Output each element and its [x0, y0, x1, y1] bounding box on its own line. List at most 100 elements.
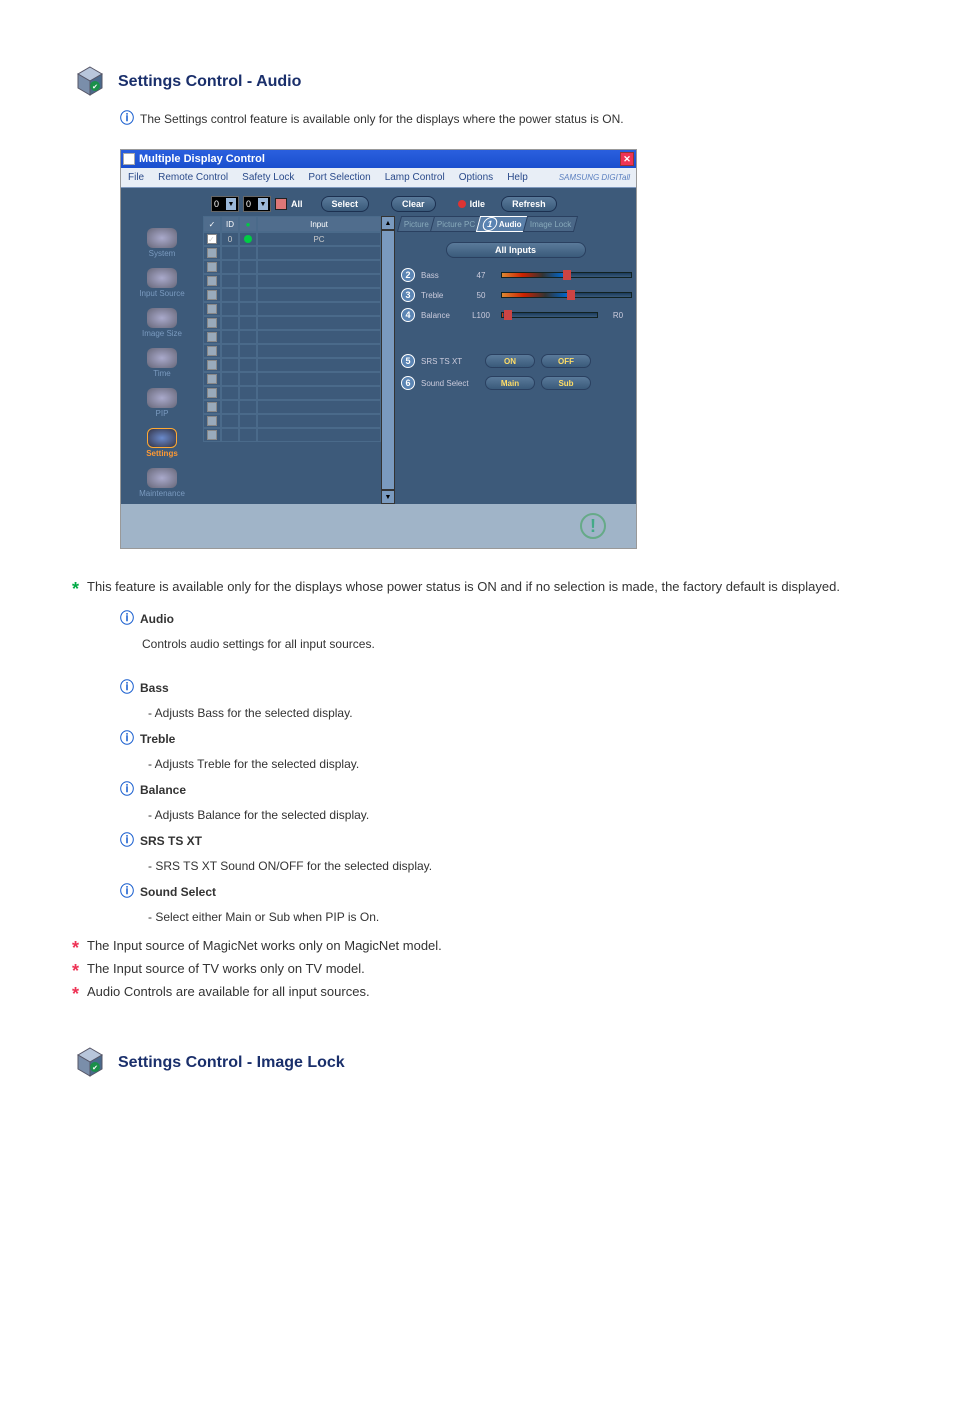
treble-item-label: Treble [140, 732, 175, 746]
info-icon: ⓘ [120, 832, 134, 848]
all-inputs-label: All Inputs [446, 242, 586, 258]
callout-4: 4 [401, 308, 415, 322]
scroll-down[interactable]: ▼ [381, 490, 395, 504]
note-magicnet: The Input source of MagicNet works only … [87, 938, 442, 953]
all-label: All [291, 199, 303, 209]
note-audio-all: Audio Controls are available for all inp… [87, 984, 370, 999]
close-button[interactable]: ✕ [620, 152, 634, 166]
srs-item-desc: - SRS TS XT Sound ON/OFF for the selecte… [148, 859, 432, 873]
info-icon: ⓘ [120, 781, 134, 797]
info-icon: ⓘ [120, 883, 134, 899]
nav-image-size[interactable]: Image Size [123, 300, 201, 338]
row-checkbox[interactable]: ✓ [207, 234, 217, 244]
display-table: ✓ ID ● Input ✓ 0 PC [203, 216, 381, 504]
note-tv: The Input source of TV works only on TV … [87, 961, 365, 976]
srs-label: SRS TS XT [421, 357, 479, 366]
star-icon: * [72, 961, 79, 982]
nav-time[interactable]: Time [123, 340, 201, 378]
info-icon: ⓘ [120, 730, 134, 746]
status-led [244, 235, 252, 243]
brand-label: SAMSUNG DIGITall [559, 173, 636, 182]
nav-settings[interactable]: Settings [123, 420, 201, 458]
audio-label: Audio [140, 612, 174, 626]
all-checkbox[interactable] [275, 198, 287, 210]
app-footer: ! [121, 504, 636, 548]
settings-panel: Picture Picture PC 1Audio Image Lock All… [395, 216, 636, 504]
menu-help[interactable]: Help [500, 172, 535, 183]
svg-text:✔: ✔ [92, 84, 98, 91]
titlebar: Multiple Display Control ✕ [121, 150, 636, 168]
id-to-dropdown[interactable]: 0▼ [243, 196, 271, 212]
idle-indicator: Idle [458, 199, 486, 209]
callout-1: 1 [481, 217, 499, 231]
star-icon: * [72, 984, 79, 1005]
balance-item-label: Balance [140, 783, 186, 797]
side-nav: System Input Source Image Size Time PIP … [121, 216, 203, 504]
table-row[interactable]: ✓ 0 PC [203, 232, 381, 246]
window-title: Multiple Display Control [139, 153, 265, 165]
sound-main-button[interactable]: Main [485, 376, 535, 390]
menu-safety[interactable]: Safety Lock [235, 172, 301, 183]
sound-select-item-desc: - Select either Main or Sub when PIP is … [148, 910, 379, 924]
star-icon: * [72, 938, 79, 959]
menu-remote[interactable]: Remote Control [151, 172, 235, 183]
sound-sub-button[interactable]: Sub [541, 376, 591, 390]
info-icon: ⓘ [120, 610, 134, 626]
menu-options[interactable]: Options [452, 172, 500, 183]
tab-audio[interactable]: 1Audio [476, 216, 529, 232]
nav-input-source[interactable]: Input Source [123, 260, 201, 298]
nav-pip[interactable]: PIP [123, 380, 201, 418]
bass-slider[interactable] [501, 272, 632, 278]
callout-2: 2 [401, 268, 415, 282]
treble-item-desc: - Adjusts Treble for the selected displa… [148, 757, 359, 771]
alert-icon: ! [580, 513, 606, 539]
clear-button[interactable]: Clear [391, 196, 436, 212]
balance-label: Balance [421, 311, 461, 320]
audio-desc: Controls audio settings for all input so… [142, 635, 894, 653]
note-availability: This feature is available only for the d… [87, 579, 840, 594]
th-status[interactable]: ● [239, 216, 257, 232]
cube-icon: ✔ [72, 64, 108, 100]
menubar: File Remote Control Safety Lock Port Sel… [121, 168, 636, 188]
bass-value: 47 [467, 271, 495, 280]
sound-select-item-label: Sound Select [140, 885, 216, 899]
id-from-dropdown[interactable]: 0▼ [211, 196, 239, 212]
section-title-audio: Settings Control - Audio [118, 73, 301, 91]
tab-picture-pc[interactable]: Picture PC [430, 216, 483, 232]
info-icon: ⓘ [120, 110, 134, 126]
th-input[interactable]: Input [257, 216, 381, 232]
select-button[interactable]: Select [321, 196, 370, 212]
treble-label: Treble [421, 291, 461, 300]
bass-item-desc: - Adjusts Bass for the selected display. [148, 706, 353, 720]
bass-label: Bass [421, 271, 461, 280]
callout-3: 3 [401, 288, 415, 302]
app-window: Multiple Display Control ✕ File Remote C… [120, 149, 637, 549]
menu-lamp[interactable]: Lamp Control [378, 172, 452, 183]
app-icon [123, 153, 135, 165]
cube-icon: ✔ [72, 1045, 108, 1081]
th-id[interactable]: ID [221, 216, 239, 232]
sound-select-label: Sound Select [421, 379, 479, 388]
svg-text:✔: ✔ [92, 1065, 98, 1072]
treble-slider[interactable] [501, 292, 632, 298]
th-check[interactable]: ✓ [203, 216, 221, 232]
info-icon: ⓘ [120, 679, 134, 695]
balance-item-desc: - Adjusts Balance for the selected displ… [148, 808, 369, 822]
callout-6: 6 [401, 376, 415, 390]
nav-system[interactable]: System [123, 220, 201, 258]
srs-off-button[interactable]: OFF [541, 354, 591, 368]
audio-intro: The Settings control feature is availabl… [140, 112, 624, 126]
srs-item-label: SRS TS XT [140, 834, 202, 848]
scroll-up[interactable]: ▲ [381, 216, 395, 230]
srs-on-button[interactable]: ON [485, 354, 535, 368]
balance-left-value: L100 [467, 311, 495, 320]
section-title-image-lock: Settings Control - Image Lock [118, 1054, 345, 1072]
nav-maintenance[interactable]: Maintenance [123, 460, 201, 498]
menu-port[interactable]: Port Selection [301, 172, 377, 183]
tab-image-lock[interactable]: Image Lock [523, 216, 579, 232]
refresh-button[interactable]: Refresh [501, 196, 557, 212]
treble-value: 50 [467, 291, 495, 300]
balance-slider[interactable] [501, 312, 598, 318]
star-icon: * [72, 579, 79, 600]
menu-file[interactable]: File [121, 172, 151, 183]
